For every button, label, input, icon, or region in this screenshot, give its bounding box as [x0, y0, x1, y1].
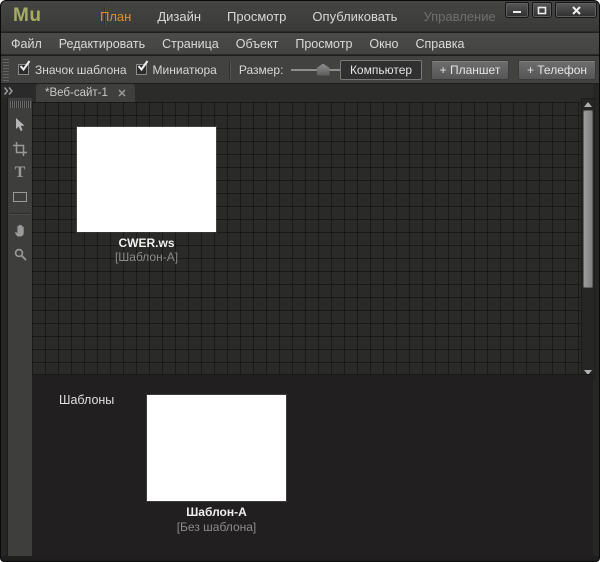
- master-page-subtitle[interactable]: [Без шаблона]: [147, 520, 286, 534]
- tool-panel: T: [7, 98, 32, 556]
- menu-help[interactable]: Справка: [413, 37, 466, 51]
- minimize-button[interactable]: [505, 2, 529, 18]
- mode-tab-plan[interactable]: План: [87, 9, 144, 24]
- menu-edit[interactable]: Редактировать: [57, 37, 147, 51]
- rectangle-icon: [13, 192, 27, 202]
- close-button[interactable]: [555, 2, 597, 18]
- plan-canvas[interactable]: CWER.ws [Шаблон-А]: [32, 102, 581, 374]
- check-icon: [137, 60, 149, 72]
- checkbox-template-icon[interactable]: Значок шаблона: [18, 63, 127, 77]
- toolbar-grip[interactable]: [3, 59, 9, 81]
- vertical-scrollbar[interactable]: [581, 98, 595, 378]
- hand-icon: [13, 223, 28, 238]
- page-master-label[interactable]: [Шаблон-А]: [77, 250, 216, 264]
- menu-object[interactable]: Объект: [234, 37, 281, 51]
- options-toolbar: Значок шаблона Миниатюра Размер: Компьют…: [1, 56, 599, 84]
- text-tool-button[interactable]: T: [9, 162, 31, 183]
- masters-section: Шаблоны Шаблон-А [Без шаблона]: [32, 374, 593, 556]
- zoom-tool-button[interactable]: [9, 244, 31, 265]
- mode-tab-preview[interactable]: Просмотр: [214, 9, 299, 24]
- maximize-button[interactable]: [532, 2, 552, 18]
- app-window: Mu План Дизайн Просмотр Опубликовать Упр…: [0, 0, 600, 562]
- document-tab-label: *Веб-сайт-1: [45, 87, 108, 99]
- minimize-icon: [512, 6, 522, 14]
- sidebar-header: [1, 84, 32, 98]
- checkbox-box[interactable]: [18, 64, 29, 75]
- hand-tool-button[interactable]: [9, 220, 31, 241]
- rectangle-tool-button[interactable]: [9, 186, 31, 207]
- text-tool-icon: T: [15, 165, 26, 181]
- menu-view[interactable]: Просмотр: [293, 37, 354, 51]
- checkbox-box[interactable]: [136, 64, 147, 75]
- close-icon: [572, 6, 581, 15]
- add-tablet-layout-button[interactable]: + Планшет: [431, 60, 509, 80]
- titlebar: Mu План Дизайн Просмотр Опубликовать Упр…: [1, 1, 599, 32]
- size-label: Размер:: [239, 63, 284, 77]
- check-icon: [19, 60, 31, 72]
- selection-arrow-icon: [14, 118, 26, 132]
- menubar: Файл Редактировать Страница Объект Просм…: [1, 33, 599, 55]
- master-page-thumbnail[interactable]: [147, 395, 286, 501]
- crop-icon: [13, 142, 27, 156]
- scroll-up-button[interactable]: [582, 99, 594, 109]
- menu-window[interactable]: Окно: [367, 37, 400, 51]
- main-area: T: [1, 84, 599, 556]
- layout-buttons: Компьютер + Планшет + Телефон: [340, 60, 596, 80]
- tools-sidebar: T: [1, 84, 32, 556]
- tab-close-icon[interactable]: [118, 89, 126, 97]
- arrow-up-icon: [584, 102, 592, 107]
- tools-list: T: [8, 114, 32, 265]
- crop-tool-button[interactable]: [9, 138, 31, 159]
- desktop-layout-button[interactable]: Компьютер: [340, 60, 422, 80]
- mode-tab-design[interactable]: Дизайн: [144, 9, 214, 24]
- masters-section-label: Шаблоны: [59, 393, 114, 407]
- tools-divider: [10, 213, 30, 214]
- menu-file[interactable]: Файл: [9, 37, 44, 51]
- scrollbar-thumb[interactable]: [583, 110, 593, 288]
- expand-panel-icon[interactable]: [3, 87, 14, 95]
- document-tabs: *Веб-сайт-1: [32, 84, 593, 102]
- mode-tab-manage: Управление: [410, 9, 508, 24]
- app-logo: Mu: [13, 5, 41, 27]
- master-page-title[interactable]: Шаблон-А: [147, 505, 286, 519]
- maximize-icon: [537, 6, 547, 15]
- checkbox-label: Миниатюра: [153, 63, 217, 77]
- slider-thumb[interactable]: [317, 64, 330, 76]
- checkbox-thumbnail[interactable]: Миниатюра: [136, 63, 217, 77]
- magnifier-icon: [14, 248, 27, 261]
- document-tab[interactable]: *Веб-сайт-1: [36, 84, 135, 102]
- panel-grip[interactable]: [10, 101, 31, 108]
- checkbox-label: Значок шаблона: [35, 63, 127, 77]
- mode-tab-publish[interactable]: Опубликовать: [299, 9, 410, 24]
- window-controls: [505, 2, 597, 18]
- page-thumbnail[interactable]: [77, 127, 216, 232]
- mode-tabs: План Дизайн Просмотр Опубликовать Управл…: [87, 1, 509, 32]
- menu-page[interactable]: Страница: [160, 37, 221, 51]
- toolbar-divider: [229, 61, 230, 79]
- page-title[interactable]: CWER.ws: [77, 236, 216, 250]
- selection-tool-button[interactable]: [9, 114, 31, 135]
- add-phone-layout-button[interactable]: + Телефон: [518, 60, 596, 80]
